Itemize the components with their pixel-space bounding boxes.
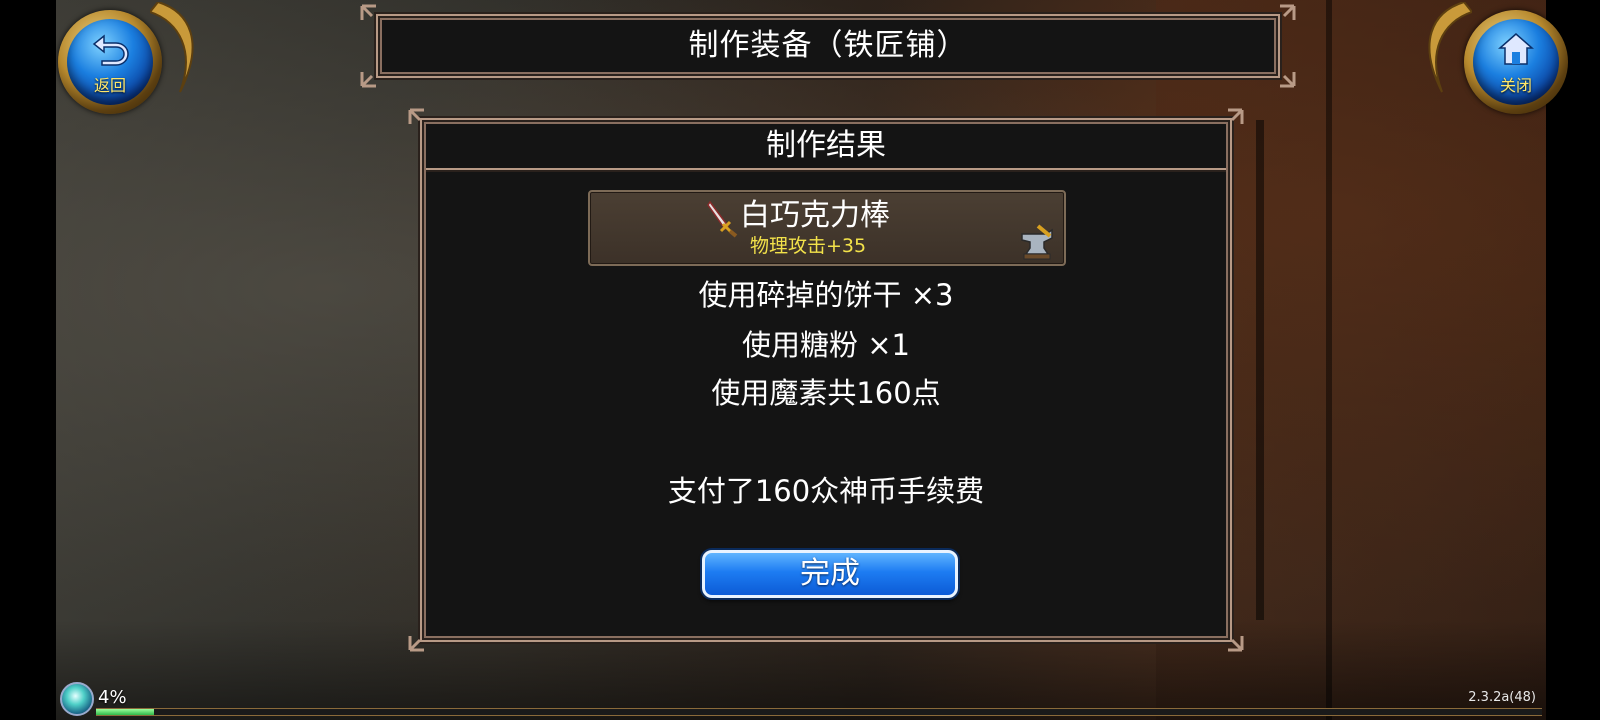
mana-cost-line: 使用魔素共160点 <box>711 376 941 410</box>
close-button-label: 关闭 <box>1499 76 1532 95</box>
corner-ornament <box>1228 636 1244 652</box>
sword-icon <box>707 200 738 238</box>
gold-horn-decoration <box>1428 2 1472 93</box>
back-button-label: 返回 <box>93 76 126 95</box>
back-button[interactable]: 返回 <box>50 2 194 120</box>
material-line: 使用糖粉 ×1 <box>742 328 910 362</box>
material-line: 使用碎掉的饼干 ×3 <box>698 278 954 312</box>
item-stat: 物理攻击+35 <box>750 235 867 257</box>
crafted-item-card[interactable]: 白巧克力棒 物理攻击+35 <box>588 190 1066 266</box>
item-name: 白巧克力棒 <box>740 198 890 233</box>
exp-progress-fill <box>96 709 154 715</box>
done-button[interactable]: 完成 <box>702 550 958 598</box>
dialog-title: 制作结果 <box>766 128 886 163</box>
fee-line: 支付了160众神币手续费 <box>667 474 985 508</box>
anvil-icon <box>1021 224 1053 260</box>
version-label: 2.3.2a(48) <box>1468 690 1536 705</box>
close-button[interactable]: 关闭 <box>1428 2 1568 120</box>
crafting-result-dialog: 制作结果 白巧克力棒 物理攻击+35 使用碎掉的饼干 ×3 使用糖粉 ×1 使用… <box>408 108 1244 652</box>
corner-ornament <box>408 636 424 652</box>
exp-orb-icon <box>60 682 94 716</box>
home-icon <box>1498 33 1534 65</box>
page-title: 制作装备（铁匠铺） <box>688 28 968 63</box>
exp-progress-bar <box>96 708 1542 716</box>
dialog-header: 制作结果 <box>426 124 1226 170</box>
return-arrow-icon <box>92 34 129 66</box>
exp-percent-label: 4% <box>98 687 127 708</box>
title-bar: 制作装备（铁匠铺） <box>360 4 1296 88</box>
game-screen: ‹ ▢ ≡ 返回 关闭 制作装备（铁匠铺） <box>0 0 1600 720</box>
